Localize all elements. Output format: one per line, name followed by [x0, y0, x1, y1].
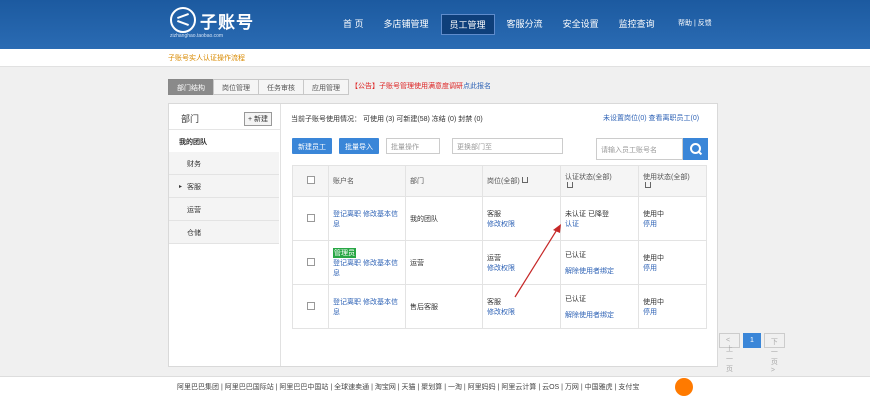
nav-home[interactable]: 首 页	[335, 14, 372, 35]
account-actions[interactable]: 登记离职 修改基本信息	[328, 284, 406, 329]
table-row: 登记离职 修改基本信息 售后客服 客服 修改权限 已认证 解除使用者绑定 使用中 停用	[292, 284, 707, 329]
row-department: 售后客服	[405, 284, 483, 329]
row-use-status: 使用中	[643, 298, 664, 306]
nav-security[interactable]: 安全设置	[555, 14, 607, 35]
sidebar-item-finance[interactable]: 财务	[169, 152, 279, 175]
new-department-button[interactable]: + 新建	[243, 112, 272, 126]
sidebar-item-warehouse[interactable]: 仓储	[169, 221, 279, 244]
admin-badge: 管理员	[333, 247, 356, 258]
unbind-user-link[interactable]: 解除使用者绑定	[565, 266, 634, 276]
department-sidebar: 部门 + 新建 我的团队 财务 ▸ 客服 运营 仓储	[169, 104, 281, 366]
tab-role-management[interactable]: 岗位管理	[213, 79, 259, 95]
filter-icon[interactable]	[521, 177, 528, 183]
col-account: 账户名	[328, 165, 406, 197]
row-department: 运营	[405, 240, 483, 285]
sidebar-item-operations[interactable]: 运营	[169, 198, 279, 221]
role-links[interactable]: 未设置岗位(0) 查看离职员工(0)	[603, 113, 699, 123]
batch-operation-select[interactable]: 批量操作	[386, 138, 440, 154]
col-auth-status[interactable]: 认证状态(全部)	[560, 165, 639, 197]
table-row: 登记离职 修改基本信息 我的团队 客服 修改权限 未认证 已降登 认证 使用中 停用	[292, 196, 707, 241]
table-header-row: 账户名 部门 岗位(全部) 认证状态(全部) 使用状态(全部)	[292, 165, 707, 197]
unbind-user-link[interactable]: 解除使用者绑定	[565, 310, 634, 320]
select-all-checkbox[interactable]	[306, 176, 315, 184]
notice-bar	[0, 49, 870, 67]
sidebar-title: 部门	[181, 114, 200, 124]
nav-customer-routing[interactable]: 客服分流	[499, 14, 551, 35]
new-staff-button[interactable]: 新建员工	[292, 138, 332, 154]
account-actions[interactable]: 登记离职 修改基本信息	[328, 196, 406, 241]
row-use-status: 使用中	[643, 210, 664, 218]
nav-staff-management[interactable]: 员工管理	[440, 14, 495, 35]
filter-icon[interactable]	[567, 182, 573, 188]
batch-import-button[interactable]: 批量导入	[339, 138, 379, 154]
main-nav: 首 页 多店铺管理 员工管理 客服分流 安全设置 监控查询	[335, 14, 667, 35]
main-panel: 部门 + 新建 我的团队 财务 ▸ 客服 运营 仓储 当前子账号使用情况： 可使用…	[168, 103, 785, 374]
search-button[interactable]	[683, 138, 708, 160]
sidebar-item-my-team[interactable]: 我的团队	[169, 130, 280, 152]
logo-text: 子账号	[200, 12, 254, 32]
row-role: 客服	[487, 210, 501, 218]
help-feedback-links[interactable]: 帮助 | 反馈	[678, 18, 712, 28]
table-row: 管理员 登记离职 修改基本信息 运营 运营 修改权限 已认证 解除使用者绑定 使用中停…	[292, 240, 707, 285]
nav-monitoring[interactable]: 监控查询	[611, 14, 663, 35]
prev-page-button[interactable]: < 上一页	[719, 333, 740, 373]
sidebar-item-customer-service[interactable]: ▸ 客服	[169, 175, 279, 198]
tab-task-review[interactable]: 任务审核	[258, 79, 304, 95]
account-actions[interactable]: 登记离职 修改基本信息	[333, 258, 401, 278]
row-auth-status: 未认证 已降登	[565, 210, 609, 218]
row-auth-status: 已认证	[565, 251, 586, 259]
annotation-arrow	[514, 224, 561, 298]
announcement[interactable]: 【公告】子账号管理使用满意度调研点此报名	[351, 81, 491, 91]
staff-table: 账户名 部门 岗位(全部) 认证状态(全部) 使用状态(全部) 登记离职 修改基…	[292, 165, 707, 329]
col-role[interactable]: 岗位(全部)	[482, 165, 561, 197]
row-checkbox[interactable]	[306, 301, 315, 310]
row-auth-status: 已认证	[565, 295, 586, 303]
disable-link[interactable]: 停用	[643, 263, 702, 273]
pagination: < 上一页 1 下一页 >	[719, 333, 785, 374]
account-usage-status: 当前子账号使用情况： 可使用 (3) 可新建(58) 冻结 (0) 封禁 (0)	[291, 116, 483, 123]
disable-link[interactable]: 停用	[643, 307, 702, 317]
notice-link[interactable]: 子账号实人认证操作流程	[168, 53, 245, 63]
footer-links[interactable]: 阿里巴巴集团 | 阿里巴巴国际站 | 阿里巴巴中国站 | 全球速卖通 | 淘宝网…	[177, 382, 639, 392]
edit-permission-link[interactable]: 修改权限	[487, 307, 556, 317]
tab-bar: 部门结构 岗位管理 任务审核 应用管理	[168, 79, 349, 95]
col-department: 部门	[405, 165, 483, 197]
sidebar-header: 部门 + 新建	[169, 104, 280, 130]
staff-content: 当前子账号使用情况： 可使用 (3) 可新建(58) 冻结 (0) 封禁 (0)…	[282, 104, 785, 374]
logo[interactable]: 子账号	[170, 7, 254, 33]
move-department-select[interactable]: 更换部门至	[452, 138, 563, 154]
col-use-status[interactable]: 使用状态(全部)	[638, 165, 707, 197]
logo-subtitle: zizhanghao.taobao.com	[170, 33, 224, 39]
auth-link[interactable]: 认证	[565, 219, 634, 229]
expand-icon[interactable]: ▸	[179, 183, 182, 190]
tab-app-management[interactable]: 应用管理	[303, 79, 349, 95]
row-use-status: 使用中	[643, 254, 664, 262]
row-checkbox[interactable]	[306, 257, 315, 266]
mascot-icon	[675, 378, 693, 396]
logo-icon	[170, 7, 196, 33]
row-checkbox[interactable]	[306, 213, 315, 222]
filter-icon[interactable]	[645, 182, 651, 188]
current-page[interactable]: 1	[743, 333, 761, 348]
nav-multi-store[interactable]: 多店铺管理	[376, 14, 437, 35]
tab-department-structure[interactable]: 部门结构	[168, 79, 214, 95]
disable-link[interactable]: 停用	[643, 219, 702, 229]
next-page-button[interactable]: 下一页 >	[763, 333, 785, 374]
staff-search-input[interactable]: 请输入员工账号名	[596, 138, 683, 160]
row-department: 我的团队	[405, 196, 483, 241]
